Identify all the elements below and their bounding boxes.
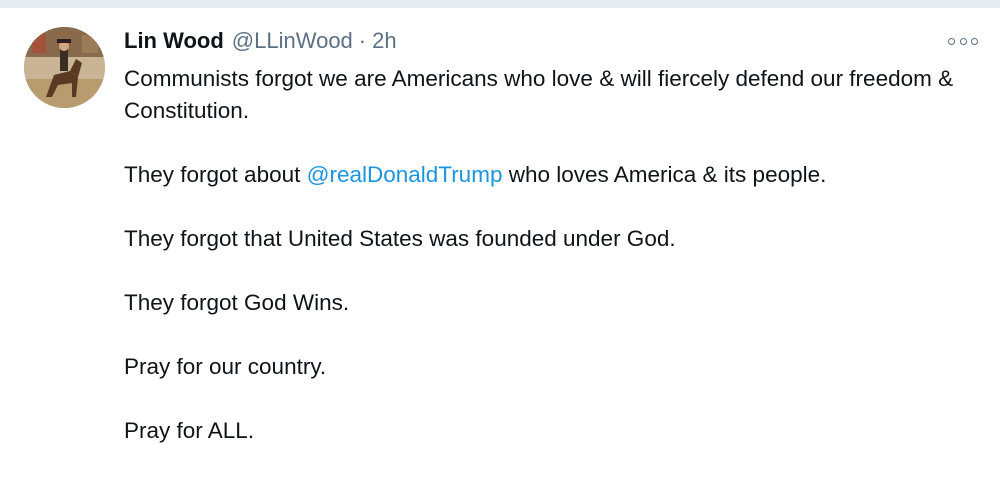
tweet-paragraph: Pray for ALL. xyxy=(124,418,255,443)
tweet-card[interactable]: Lin Wood @LLinWood · 2h Communists forgo… xyxy=(0,8,1000,453)
timestamp[interactable]: 2h xyxy=(372,28,396,54)
horseback-rider-avatar-image xyxy=(24,27,105,108)
separator-dot: · xyxy=(358,28,367,53)
display-name[interactable]: Lin Wood xyxy=(124,28,224,54)
tweet-paragraph: Pray for our country. xyxy=(124,354,327,379)
tweet-paragraph: Communists forgot we are Americans who l… xyxy=(124,66,954,123)
more-dot xyxy=(971,37,978,45)
tweet-paragraph: They forgot that United States was found… xyxy=(124,226,676,251)
more-dot xyxy=(948,37,955,45)
mention-link[interactable]: @realDonaldTrump xyxy=(307,162,503,187)
tweet-paragraph: They forgot God Wins. xyxy=(124,290,350,315)
text-segment: They forgot about xyxy=(124,162,307,187)
tweet-text: Communists forgot we are Americans who l… xyxy=(124,63,974,479)
more-dot xyxy=(959,37,967,45)
tweet-header: Lin Wood @LLinWood · 2h xyxy=(124,28,397,56)
more-options-icon[interactable] xyxy=(948,34,978,48)
text-segment: who loves America & its people. xyxy=(502,162,827,187)
user-handle[interactable]: @LLinWood xyxy=(232,28,353,54)
avatar[interactable] xyxy=(24,27,105,108)
tweet-paragraph: They forgot about @realDonaldTrump who l… xyxy=(124,159,974,191)
top-divider-strip xyxy=(0,0,1000,8)
